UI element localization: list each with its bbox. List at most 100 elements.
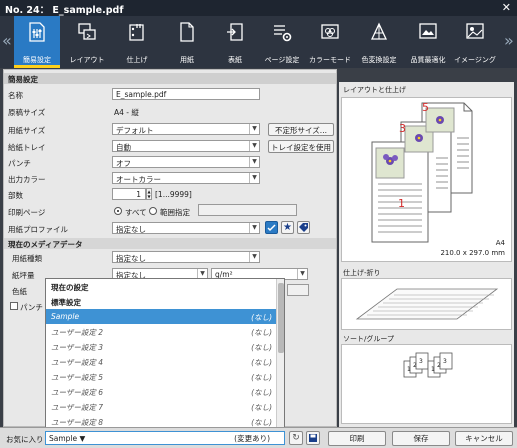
paper-profile-value: 指定なし <box>116 225 146 234</box>
ribbon-next-icon[interactable]: » <box>504 31 514 50</box>
tab-color-conversion[interactable]: 色変換設定 <box>356 16 402 68</box>
paper-type-select[interactable]: 指定なし ▼ <box>112 251 260 263</box>
favorites-select[interactable]: Sample (変更あり) ▼ <box>45 431 285 445</box>
tab-page-settings[interactable]: ページ設定 <box>259 16 305 68</box>
save-favorite-button[interactable] <box>306 431 320 445</box>
fold-preview-title: 仕上げ-折り <box>343 269 381 277</box>
tab-cover[interactable]: 表紙 <box>212 16 258 68</box>
imaging-icon <box>466 23 484 39</box>
stack-number: 3 <box>419 358 423 365</box>
refresh-icon[interactable]: ↻ <box>289 431 303 445</box>
item-status: (なし) <box>251 313 272 322</box>
cancel-button[interactable]: キャンセル <box>455 431 513 446</box>
favorites-value: Sample <box>49 434 78 443</box>
tab-basic-settings[interactable]: 簡易設定 <box>14 16 60 68</box>
all-pages-radio[interactable] <box>114 207 122 215</box>
list-item[interactable]: ユーザー設定 8 (なし) <box>46 414 276 427</box>
copies-stepper[interactable]: ▲ ▼ <box>146 188 152 200</box>
tag-button[interactable] <box>297 221 310 234</box>
chevron-down-icon: ▼ <box>249 141 259 151</box>
list-item[interactable]: ユーザー設定 4 (なし) <box>46 354 276 369</box>
default-settings-item[interactable]: 標準設定 <box>46 294 276 309</box>
floppy-icon <box>309 434 317 442</box>
stack-number: 2 <box>413 362 417 369</box>
tab-label: 簡易設定 <box>23 56 51 64</box>
paper-profile-select[interactable]: 指定なし ▼ <box>112 222 260 234</box>
weight-label: 紙坪量 <box>12 271 35 280</box>
close-icon[interactable]: ✕ <box>502 1 511 14</box>
item-label: ユーザー設定 7 <box>51 403 104 412</box>
save-button[interactable]: 保存 <box>392 431 450 446</box>
range-label: 範囲指定 <box>160 208 190 217</box>
item-label: ユーザー設定 5 <box>51 373 104 382</box>
tab-layout[interactable]: レイアウト <box>64 16 110 68</box>
name-label: 名称 <box>8 91 23 100</box>
tab-label: 表紙 <box>228 56 242 64</box>
paper-size-value: デフォルト <box>116 126 154 135</box>
tab-label: 仕上げ <box>126 56 148 64</box>
ribbon-prev-icon[interactable]: « <box>2 31 12 50</box>
quality-icon <box>419 23 437 39</box>
tab-color-mode[interactable]: カラーモード <box>307 16 353 68</box>
color-mode-icon <box>321 24 339 39</box>
paper-size-select[interactable]: デフォルト ▼ <box>112 123 260 135</box>
list-item[interactable]: ユーザー設定 5 (なし) <box>46 369 276 384</box>
stack-number: 1 <box>431 366 435 373</box>
range-radio[interactable] <box>149 207 157 215</box>
chevron-down-icon: ▼ <box>79 434 86 443</box>
paper-type-label: 用紙種類 <box>12 254 42 263</box>
tab-label: レイアウト <box>69 56 105 64</box>
list-item[interactable]: ユーザー設定 7 (なし) <box>46 399 276 414</box>
paper-profile-label: 用紙プロファイル <box>8 225 68 234</box>
scrollbar-thumb[interactable] <box>278 283 284 353</box>
dropdown-scrollbar[interactable] <box>276 279 284 427</box>
print-button[interactable]: 印刷 <box>328 431 386 446</box>
stack-number: 3 <box>443 358 447 365</box>
list-item[interactable]: ユーザー設定 2 (なし) <box>46 324 276 339</box>
paper-size-name: A4 <box>495 239 505 247</box>
orig-size-label: 原稿サイズ <box>8 108 46 117</box>
punch-select[interactable]: オフ ▼ <box>112 156 260 168</box>
tray-label: 給紙トレイ <box>8 143 46 152</box>
list-item[interactable]: ユーザー設定 3 (なし) <box>46 339 276 354</box>
color-conversion-icon <box>370 22 388 40</box>
name-field[interactable]: E_sample.pdf <box>112 88 260 100</box>
window-title: No. 24： E_sample.pdf <box>5 5 124 16</box>
irregular-size-button[interactable]: 不定形サイズ... <box>268 123 334 136</box>
item-label: ユーザー設定 4 <box>51 358 104 367</box>
punch-label: パンチ <box>8 159 31 168</box>
ribbon: « » 簡易設定 レイアウト 仕上げ 用紙 表紙 ページ設定 カラーモード 色変… <box>0 16 517 68</box>
list-item[interactable]: Sample (なし) <box>46 309 276 324</box>
stack-number: 1 <box>407 366 411 373</box>
tab-imaging[interactable]: イメージング <box>452 16 498 68</box>
page-settings-icon <box>274 25 292 42</box>
range-field[interactable] <box>198 204 297 216</box>
favorites-status: (変更あり) <box>234 434 270 443</box>
tab-finishing[interactable]: 仕上げ <box>114 16 160 68</box>
print-pages-label: 印刷ページ <box>8 208 46 217</box>
profile-check-button[interactable] <box>265 221 278 234</box>
tag-icon <box>299 223 308 232</box>
tab-quality[interactable]: 品質最適化 <box>405 16 451 68</box>
tab-label: 色変換設定 <box>361 56 397 64</box>
fold-illustration <box>355 288 499 320</box>
item-label: 標準設定 <box>51 298 81 307</box>
punched-checkbox[interactable] <box>10 302 18 310</box>
use-tray-settings-button[interactable]: トレイ設定を使用 <box>268 140 334 153</box>
item-status: (なし) <box>251 358 272 367</box>
star-icon[interactable]: ★ <box>281 221 294 234</box>
output-color-select[interactable]: オートカラー ▼ <box>112 172 260 184</box>
tray-select[interactable]: 自動 ▼ <box>112 140 260 152</box>
tab-label: 用紙 <box>180 56 194 64</box>
check-icon <box>267 224 276 232</box>
paper-color-field[interactable] <box>287 284 309 296</box>
item-label: ユーザー設定 2 <box>51 328 104 337</box>
preview-panel: レイアウトと仕上げ 1 3 5 A4 210.0 x 297.0 mm 仕上げ-… <box>339 82 514 427</box>
punched-label: パンチ <box>20 303 43 312</box>
list-item[interactable]: ユーザー設定 6 (なし) <box>46 384 276 399</box>
copies-field[interactable]: 1 <box>112 188 146 200</box>
paper-type-value: 指定なし <box>116 254 146 263</box>
current-settings-item[interactable]: 現在の設定 <box>46 279 276 294</box>
tab-paper[interactable]: 用紙 <box>164 16 210 68</box>
page-number: 5 <box>422 101 429 114</box>
